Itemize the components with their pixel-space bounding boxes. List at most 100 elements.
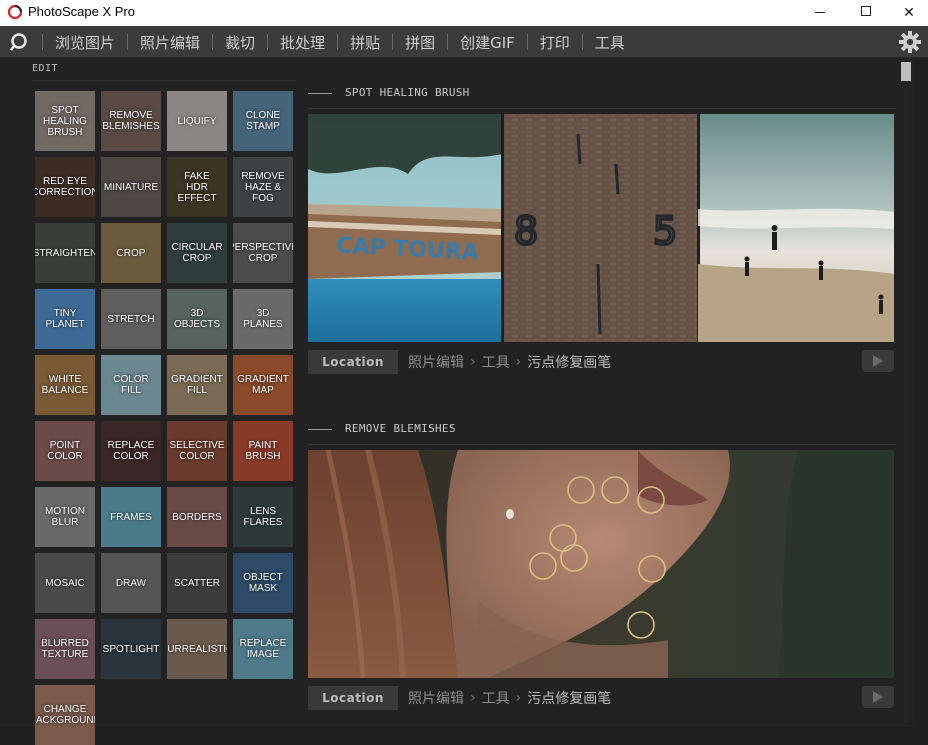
location-row-remove-blemishes: Location 照片编辑 › 工具 › 污点修复画笔 xyxy=(308,686,894,710)
tool-miniature[interactable]: MINIATURE xyxy=(101,157,161,217)
tool-label-line: CLONE xyxy=(245,110,281,121)
tool-blurred-texture[interactable]: BLURRED TEXTURE xyxy=(35,619,95,679)
tool-label-line: TINY xyxy=(53,308,77,319)
tool-label-line: HAZE & FOG xyxy=(244,181,282,204)
tool-label-line: BLEMISHES xyxy=(102,121,160,132)
tool-label-line: DRAW xyxy=(115,577,147,589)
tool-label-line: SPOT xyxy=(51,104,79,116)
location-button[interactable]: Location xyxy=(308,686,398,710)
play-icon xyxy=(873,691,883,703)
tool-fake-hdr-effect[interactable]: FAKE HDR EFFECT xyxy=(167,157,227,217)
tool-gradient-map[interactable]: GRADIENT MAP xyxy=(233,355,293,415)
tool-3d-objects[interactable]: 3D OBJECTS xyxy=(167,289,227,349)
tool-label-line: RED EYE xyxy=(43,176,87,187)
menu-item[interactable]: 裁切 xyxy=(213,32,267,53)
tool-label: WHITE BALANCE xyxy=(38,374,93,396)
tool-paint-brush[interactable]: PAINT BRUSH xyxy=(233,421,293,481)
tool-straighten[interactable]: STRAIGHTEN xyxy=(35,223,95,283)
menu-item[interactable]: 照片编辑 xyxy=(128,32,212,53)
tool-label: 3D OBJECTS xyxy=(170,308,224,330)
breadcrumb-current: 污点修复画笔 xyxy=(527,355,612,371)
tool-white-balance[interactable]: WHITE BALANCE xyxy=(35,355,95,415)
tool-label-line: PERSPECTIVE xyxy=(233,242,293,253)
tool-mosaic[interactable]: MOSAIC xyxy=(35,553,95,613)
tool-frames[interactable]: FRAMES xyxy=(101,487,161,547)
tool-remove-blemishes[interactable]: REMOVE BLEMISHES xyxy=(101,91,161,151)
tool-object-mask[interactable]: OBJECT MASK xyxy=(233,553,293,613)
menu-item[interactable]: 拼贴 xyxy=(338,32,392,53)
tool-gradient-fill[interactable]: GRADIENT FILL xyxy=(167,355,227,415)
tool-stretch[interactable]: STRETCH xyxy=(101,289,161,349)
tool-circular-crop[interactable]: CIRCULAR CROP xyxy=(167,223,227,283)
tool-color-fill[interactable]: COLOR FILL xyxy=(101,355,161,415)
tool-label-line: SCATTER xyxy=(174,577,220,589)
tool-label: REPLACE COLOR xyxy=(104,440,159,462)
play-video-button[interactable] xyxy=(862,686,894,708)
vertical-scrollbar[interactable] xyxy=(900,58,914,727)
minimize-button[interactable] xyxy=(797,0,843,26)
chevron-right-icon: › xyxy=(515,354,522,370)
tool-label-line: LENS xyxy=(249,506,277,517)
tool-borders[interactable]: BORDERS xyxy=(167,487,227,547)
tool-label-line: PAINT xyxy=(248,440,278,451)
tool-crop[interactable]: CROP xyxy=(101,223,161,283)
tool-label: FAKE HDR EFFECT xyxy=(167,171,227,204)
tool-label-line: SURREALISTIC xyxy=(167,643,227,655)
scrollbar-thumb[interactable] xyxy=(901,62,911,81)
menu-item[interactable]: 创建GIF xyxy=(448,32,527,53)
tool-label-line: CROP xyxy=(116,247,146,259)
menu-item[interactable]: 拼图 xyxy=(393,32,447,53)
tool-label-line: LIQUIFY xyxy=(177,115,217,127)
tool-label-line: BLUR xyxy=(51,517,79,528)
tool-remove-haze-fog[interactable]: REMOVE HAZE & FOG xyxy=(233,157,293,217)
tool-label-line: 3D xyxy=(190,308,204,319)
tool-change-background[interactable]: CHANGEBACKGROUND xyxy=(35,685,95,745)
chevron-right-icon: › xyxy=(515,690,522,706)
location-row-spot-healing: Location 照片编辑 › 工具 › 污点修复画笔 xyxy=(308,350,894,374)
tool-liquify[interactable]: LIQUIFY xyxy=(167,91,227,151)
tool-label: FRAMES xyxy=(106,512,156,523)
tool-motion-blur[interactable]: MOTION BLUR xyxy=(35,487,95,547)
spot-healing-preview-image: CAP TOURA 8 5 xyxy=(308,114,894,342)
maximize-button[interactable] xyxy=(843,0,889,26)
tool-scatter[interactable]: SCATTER xyxy=(167,553,227,613)
main-content: SPOT HEALING BRUSH CAP TOURA 8 5 Locatio… xyxy=(300,58,900,727)
location-button[interactable]: Location xyxy=(308,350,398,374)
chevron-right-icon: › xyxy=(470,354,476,370)
tool-label: MOSAIC xyxy=(41,578,88,589)
tool-replace-image[interactable]: REPLACE IMAGE xyxy=(233,619,293,679)
tool-red-eye-correction[interactable]: RED EYECORRECTION xyxy=(35,157,95,217)
play-video-button[interactable] xyxy=(862,350,894,372)
gear-icon[interactable] xyxy=(898,30,922,54)
home-logo-icon[interactable] xyxy=(9,32,29,52)
tool-label-line: WHITE xyxy=(48,374,82,385)
tool-label-line: BALANCE xyxy=(41,385,89,396)
menu-item[interactable]: 浏览图片 xyxy=(43,32,127,53)
minimize-icon xyxy=(815,12,825,13)
tool-label-line: FAKE xyxy=(184,170,210,182)
tool-clone-stamp[interactable]: CLONE STAMP xyxy=(233,91,293,151)
tool-tiny-planet[interactable]: TINY PLANET xyxy=(35,289,95,349)
tool-label-line: BRUSH xyxy=(47,126,83,138)
tool-lens-flares[interactable]: LENS FLARES xyxy=(233,487,293,547)
close-button[interactable]: ✕ xyxy=(886,0,928,26)
tool-point-color[interactable]: POINT COLOR xyxy=(35,421,95,481)
tool-3d-planes[interactable]: 3D PLANES xyxy=(233,289,293,349)
tool-surrealistic[interactable]: SURREALISTIC xyxy=(167,619,227,679)
tool-draw[interactable]: DRAW xyxy=(101,553,161,613)
tool-label-line: PLANET xyxy=(45,319,85,330)
menu-item[interactable]: 批处理 xyxy=(268,32,337,53)
tool-label: SPOT HEALING BRUSH xyxy=(39,105,91,138)
breadcrumb-item: 照片编辑 xyxy=(408,691,464,707)
tool-label: SCATTER xyxy=(170,578,224,589)
tool-label-line: CORRECTION xyxy=(35,187,95,198)
tool-perspective-crop[interactable]: PERSPECTIVECROP xyxy=(233,223,293,283)
menu-item[interactable]: 工具 xyxy=(583,32,637,53)
menu-item[interactable]: 打印 xyxy=(528,32,582,53)
tool-replace-color[interactable]: REPLACE COLOR xyxy=(101,421,161,481)
tool-selective-color[interactable]: SELECTIVE COLOR xyxy=(167,421,227,481)
section-title: REMOVE BLEMISHES xyxy=(345,422,456,435)
tool-spot-healing-brush[interactable]: SPOT HEALING BRUSH xyxy=(35,91,95,151)
section-dash xyxy=(308,93,332,94)
tool-spotlight[interactable]: SPOTLIGHT xyxy=(101,619,161,679)
